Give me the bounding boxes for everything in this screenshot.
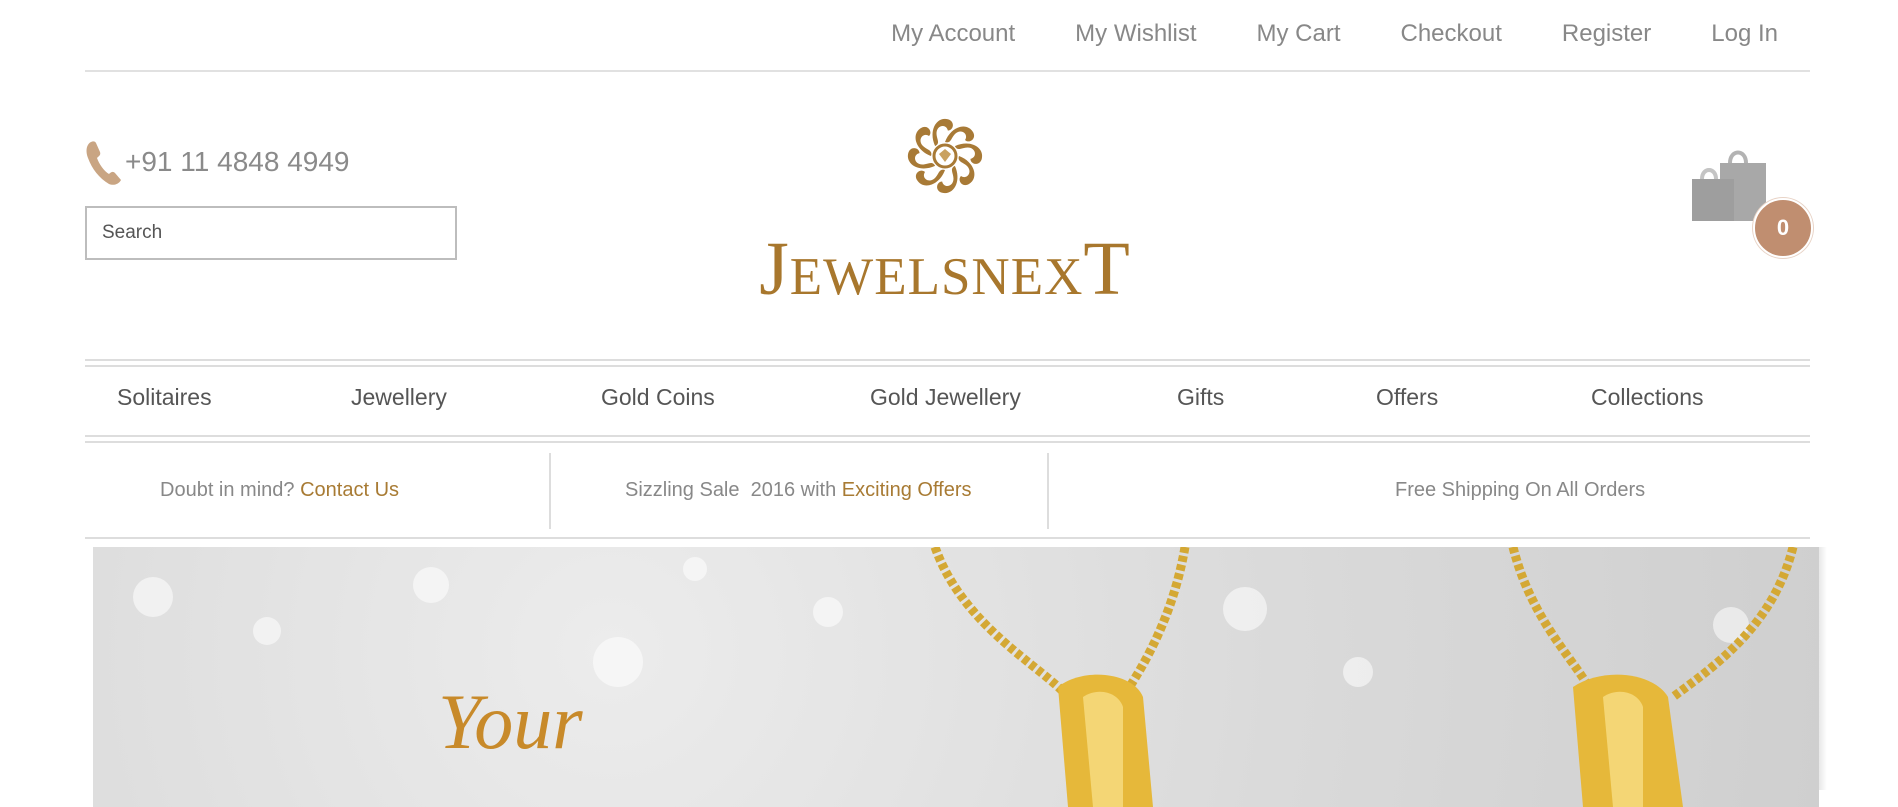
sale-message: Sizzling Sale 2016 with Exciting Offers bbox=[625, 479, 971, 502]
divider bbox=[549, 453, 551, 529]
free-shipping-text: Free Shipping On All Orders bbox=[1395, 479, 1646, 501]
nav-solitaires[interactable]: Solitaires bbox=[117, 384, 212, 411]
logo-emblem-icon bbox=[907, 118, 983, 194]
register-link[interactable]: Register bbox=[1562, 20, 1651, 48]
site-logo[interactable]: JewelsnexT bbox=[710, 96, 1180, 316]
logo-wordmark: JewelsnexT bbox=[759, 227, 1131, 311]
main-nav: Solitaires Jewellery Gold Coins Gold Jew… bbox=[85, 384, 1810, 420]
divider bbox=[1047, 453, 1049, 529]
exciting-offers-link[interactable]: Exciting Offers bbox=[842, 479, 972, 501]
my-cart-link[interactable]: My Cart bbox=[1257, 20, 1341, 48]
phone-icon bbox=[86, 141, 121, 185]
search-box bbox=[85, 206, 457, 260]
doubt-message: Doubt in mind? Contact Us bbox=[160, 479, 399, 502]
nav-gold-jewellery[interactable]: Gold Jewellery bbox=[870, 384, 1021, 411]
phone-number: +91 11 4848 4949 bbox=[125, 146, 350, 177]
cart-button[interactable]: 0 bbox=[1690, 145, 1813, 258]
doubt-text: Doubt in mind? bbox=[160, 479, 295, 501]
log-in-link[interactable]: Log In bbox=[1711, 20, 1778, 48]
info-strip: Doubt in mind? Contact Us Sizzling Sale … bbox=[85, 441, 1810, 539]
my-account-link[interactable]: My Account bbox=[891, 20, 1015, 48]
top-links-bar: My Account My Wishlist My Cart Checkout … bbox=[85, 0, 1810, 72]
cart-count-badge: 0 bbox=[1753, 198, 1813, 258]
nav-offers[interactable]: Offers bbox=[1376, 384, 1438, 411]
hero-banner[interactable]: Your bbox=[93, 547, 1819, 807]
pendant-image bbox=[930, 547, 1798, 807]
banner-headline: Your bbox=[438, 678, 583, 765]
nav-gifts[interactable]: Gifts bbox=[1177, 384, 1224, 411]
checkout-link[interactable]: Checkout bbox=[1401, 20, 1502, 48]
my-wishlist-link[interactable]: My Wishlist bbox=[1075, 20, 1196, 48]
nav-collections[interactable]: Collections bbox=[1591, 384, 1704, 411]
sale-text: Sizzling Sale 2016 with bbox=[625, 479, 837, 501]
contact-us-link[interactable]: Contact Us bbox=[300, 479, 399, 501]
phone-contact: +91 11 4848 4949 bbox=[85, 138, 349, 186]
banner-shadow bbox=[1819, 547, 1827, 790]
nav-gold-coins[interactable]: Gold Coins bbox=[601, 384, 715, 411]
nav-jewellery[interactable]: Jewellery bbox=[351, 384, 447, 411]
search-input[interactable] bbox=[87, 208, 455, 258]
